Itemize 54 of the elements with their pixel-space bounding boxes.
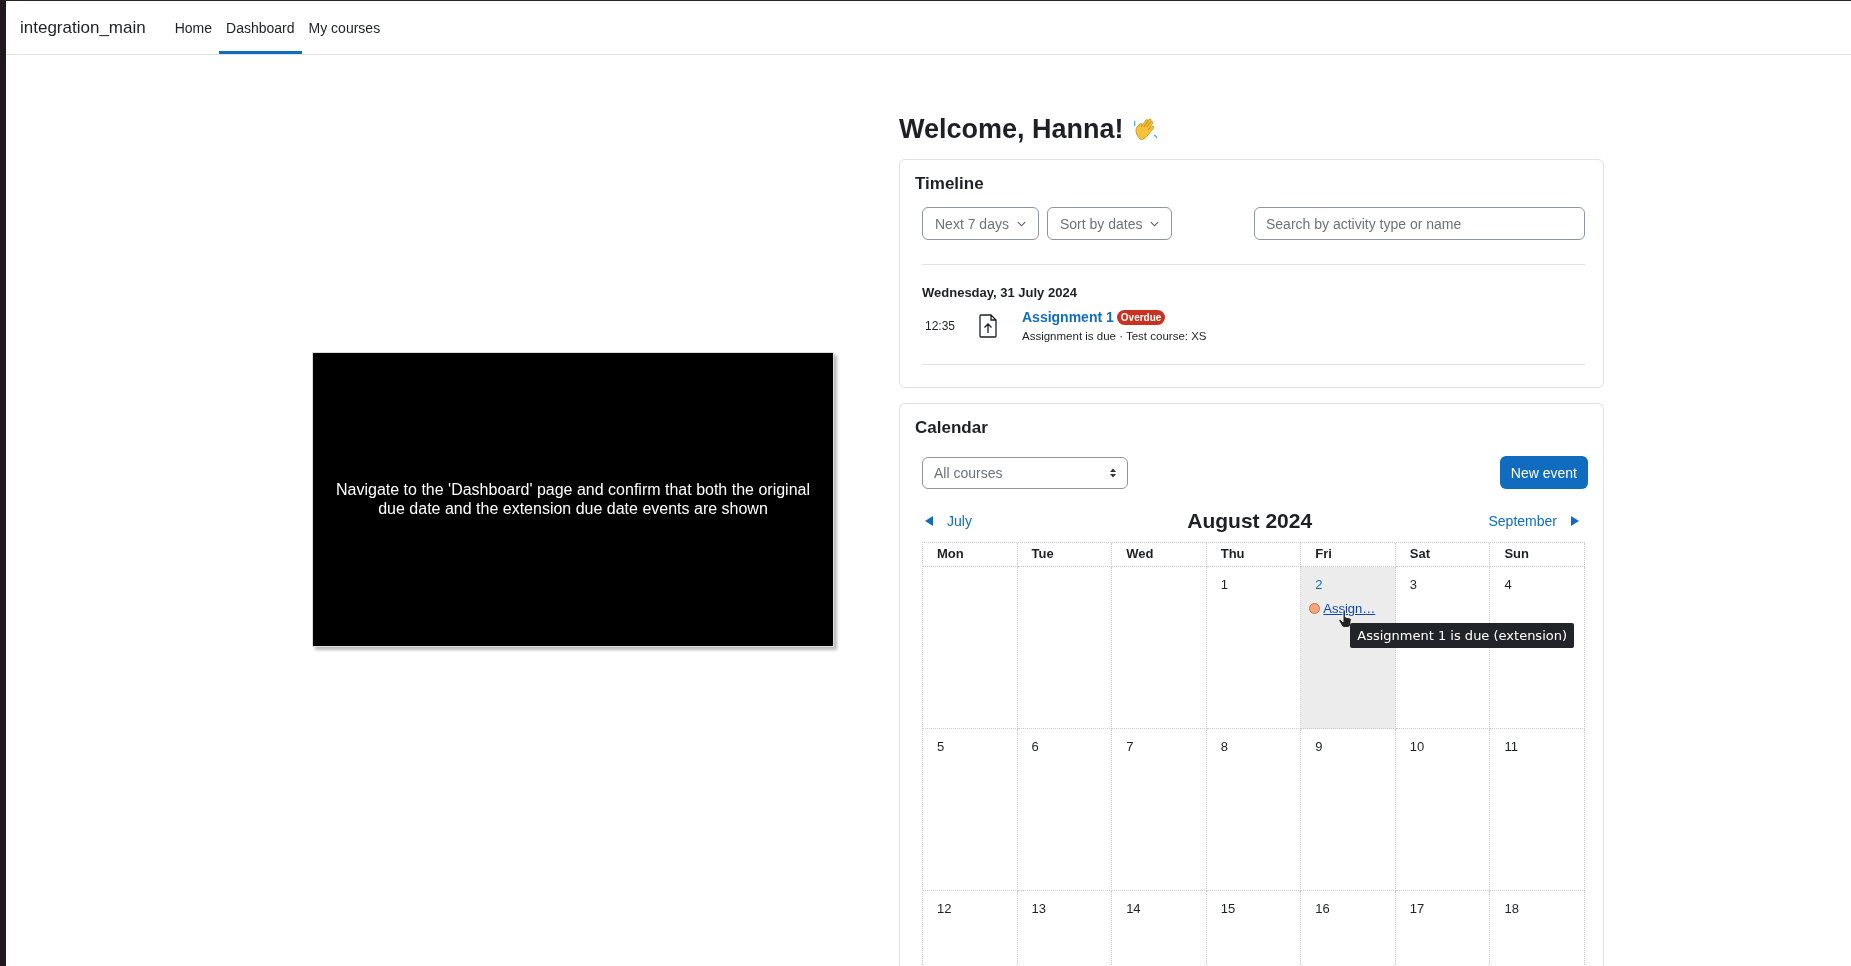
day-number[interactable]: 5 (937, 739, 945, 754)
caption-text: Navigate to the 'Dashboard' page and confirm that both the original due date and the extension due date events are shown (335, 481, 811, 518)
previous-month-link[interactable]: July (922, 513, 978, 529)
filter-dropdown[interactable]: Next 7 days (922, 207, 1039, 240)
day-number[interactable]: 11 (1504, 739, 1518, 754)
nav-link[interactable]: Dashboard (219, 4, 302, 54)
course-select[interactable]: All courses (922, 456, 1128, 489)
new-event-button[interactable]: New event (1499, 456, 1588, 489)
weekday-header: Sat (1395, 543, 1491, 567)
nav-link[interactable]: Home (167, 4, 220, 54)
card-title: Timeline (915, 174, 985, 194)
weekday-header: Tue (1017, 543, 1113, 567)
day-number[interactable]: 14 (1126, 901, 1141, 916)
day-number[interactable]: 7 (1126, 739, 1134, 754)
day-number[interactable]: 3 (1409, 577, 1418, 592)
chevron-down-icon (1150, 220, 1160, 227)
event-time: 12:35 (924, 318, 957, 333)
day-number[interactable]: 2 (1315, 577, 1323, 592)
event-link[interactable]: Assign… (1323, 601, 1376, 616)
day-number[interactable]: 4 (1504, 577, 1512, 592)
left-triangle-icon (925, 516, 933, 526)
day-number[interactable]: 12 (937, 901, 952, 916)
day-number[interactable]: 9 (1315, 739, 1323, 754)
weekday-header: Wed (1112, 543, 1207, 567)
day-number[interactable]: 13 (1031, 901, 1047, 916)
day-number[interactable]: 1 (1220, 577, 1228, 592)
day-number[interactable]: 18 (1504, 901, 1519, 916)
next-month-link[interactable]: September (1485, 513, 1585, 529)
tooltip: Assignment 1 is due (extension) (1350, 623, 1574, 648)
waving-hand-icon (1131, 115, 1160, 143)
day-number[interactable]: 17 (1409, 901, 1425, 916)
day-number[interactable]: 8 (1220, 739, 1228, 754)
month-title: August 2024 (1187, 509, 1313, 533)
day-number[interactable]: 6 (1031, 739, 1039, 754)
day-number[interactable]: 15 (1220, 901, 1236, 916)
filter-dropdown[interactable]: Sort by dates (1046, 207, 1173, 240)
right-triangle-icon (1571, 516, 1579, 526)
nav-link[interactable]: My courses (301, 4, 388, 54)
day-number[interactable]: 16 (1315, 901, 1330, 916)
date-heading: Wednesday, 31 July 2024 (922, 285, 1078, 300)
chevron-down-icon (1016, 220, 1026, 227)
up-down-caret-icon (1109, 466, 1117, 479)
site-name[interactable]: integration_main (20, 17, 146, 38)
assignment-link[interactable]: Assignment 1 (1022, 309, 1114, 325)
search-field[interactable]: Search by activity type or name (1254, 207, 1585, 240)
welcome-heading: Welcome, Hanna! (899, 113, 1124, 145)
weekday-header: Sun (1490, 543, 1585, 567)
file-upload-icon (979, 313, 997, 338)
weekday-header: Mon (923, 543, 1018, 567)
weekday-header: Thu (1206, 543, 1302, 567)
overdue-badge: Overdue (1116, 309, 1166, 325)
card-title: Calendar (915, 418, 989, 438)
event-detail: Assignment is due · Test course: XS (1022, 330, 1207, 342)
day-number[interactable]: 10 (1409, 739, 1425, 754)
